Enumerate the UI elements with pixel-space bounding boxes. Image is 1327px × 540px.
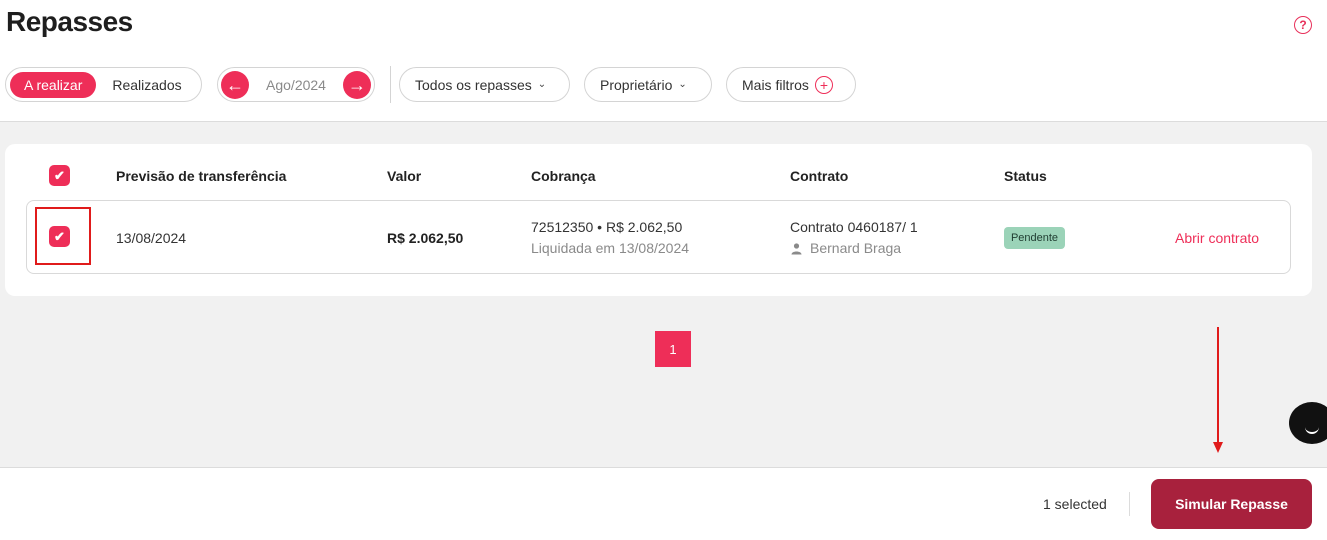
row-contract: Contrato 0460187/ 1 [790, 219, 918, 235]
type-filter-label: Todos os repasses [415, 76, 532, 93]
simulate-transfer-button[interactable]: Simular Repasse [1151, 479, 1312, 529]
person-icon [791, 242, 802, 254]
column-header-status: Status [1004, 168, 1047, 184]
month-label: Ago/2024 [266, 76, 326, 93]
annotation-arrow [1217, 327, 1219, 444]
table-row[interactable] [26, 200, 1291, 274]
more-filters-button[interactable]: Mais filtros + [726, 67, 856, 102]
row-owner: Bernard Braga [790, 240, 901, 256]
page-title: Repasses [6, 6, 133, 37]
top-bar: Repasses ? A realizar Realizados ← Ago/2… [0, 0, 1327, 122]
column-header-contract: Contrato [790, 168, 849, 184]
chevron-down-icon: ⌄ [537, 79, 547, 90]
row-checkbox[interactable]: ✔ [49, 226, 70, 247]
pagination-page-current[interactable]: 1 [655, 331, 691, 367]
owner-filter-label: Proprietário [600, 76, 673, 93]
select-all-checkbox[interactable]: ✔ [49, 165, 70, 186]
selected-count: 1 selected [1043, 496, 1107, 512]
month-picker: ← Ago/2024 → [217, 67, 375, 102]
chevron-down-icon: ⌄ [678, 79, 687, 90]
filter-divider [390, 66, 391, 103]
open-contract-link[interactable]: Abrir contrato [1175, 230, 1259, 246]
row-charge-settled: Liquidada em 13/08/2024 [531, 240, 690, 256]
type-filter-dropdown[interactable]: Todos os repasses ⌄ [399, 67, 570, 102]
status-tabs: A realizar Realizados [5, 67, 202, 102]
arrow-right-icon[interactable]: → [342, 70, 371, 99]
plus-circle-icon: + [814, 75, 833, 94]
tab-a-realizar[interactable]: A realizar [10, 71, 97, 98]
row-owner-name: Bernard Braga [810, 240, 902, 256]
column-header-value: Valor [387, 168, 422, 184]
arrow-left-icon[interactable]: ← [221, 70, 249, 99]
row-date: 13/08/2024 [116, 230, 187, 246]
more-filters-label: Mais filtros [742, 76, 809, 93]
owner-filter-dropdown[interactable]: Proprietário ⌄ [584, 67, 712, 102]
column-header-charge: Cobrança [531, 168, 596, 184]
footer-divider [1129, 492, 1130, 516]
annotation-arrow-head [1213, 442, 1223, 453]
help-icon[interactable]: ? [1294, 16, 1312, 34]
status-badge: Pendente [1004, 227, 1065, 249]
tab-realizados[interactable]: Realizados [112, 77, 181, 93]
column-header-forecast: Previsão de transferência [116, 168, 287, 184]
footer-bar [0, 467, 1327, 540]
row-charge: 72512350 • R$ 2.062,50 [531, 219, 683, 235]
row-value: R$ 2.062,50 [387, 230, 464, 246]
chat-widget-icon[interactable] [1289, 402, 1327, 444]
